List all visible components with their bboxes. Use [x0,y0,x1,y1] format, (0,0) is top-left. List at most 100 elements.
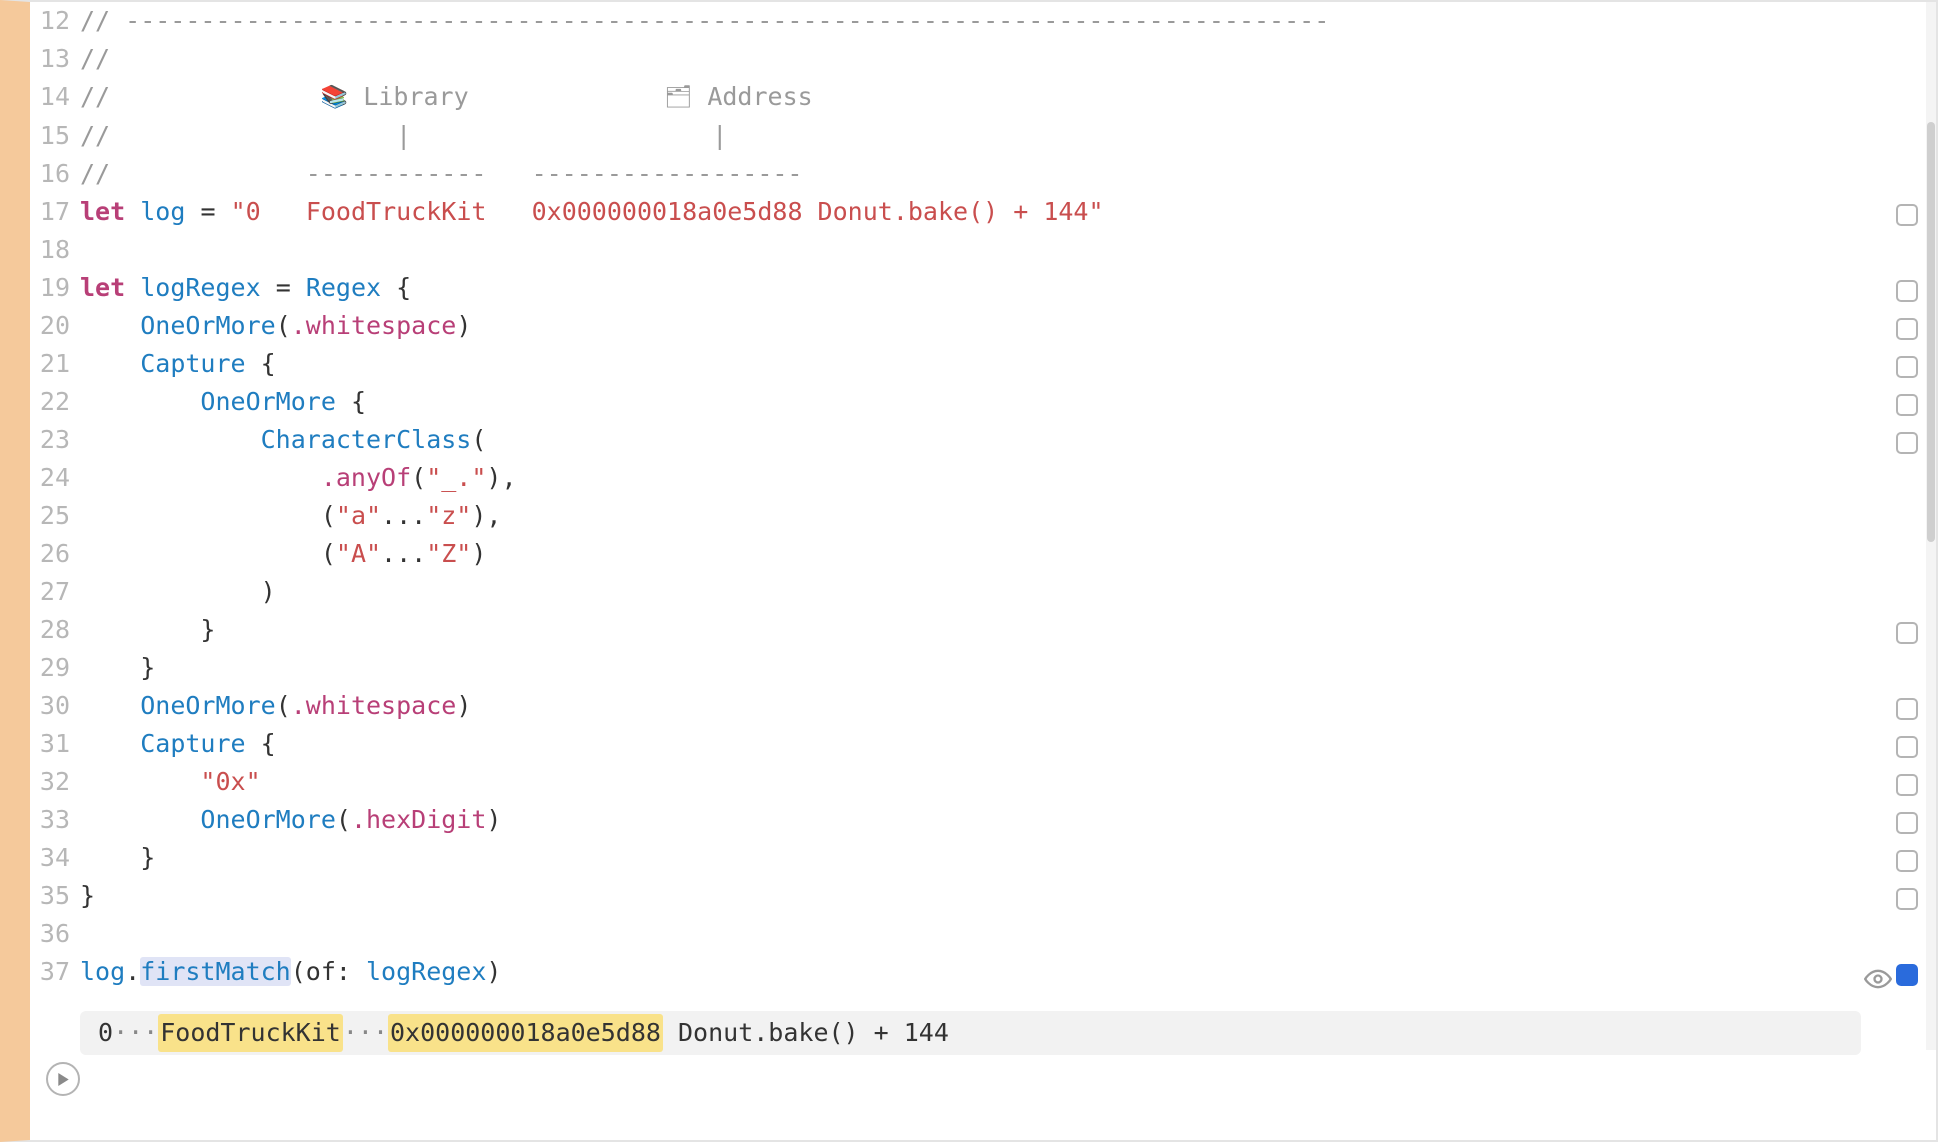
code-line[interactable]: // [80,40,1891,78]
code-line[interactable]: // -------------------------------------… [80,2,1891,40]
code-line[interactable]: } [80,649,1891,687]
paren: ) [486,957,501,986]
line-number: 17 [30,193,80,231]
line-number: 12 [30,2,80,40]
type: OneOrMore [140,311,275,340]
code-line[interactable]: OneOrMore(.whitespace) [80,687,1891,725]
code-line[interactable]: log.firstMatch(of: logRegex) [80,953,1891,991]
string-literal: "0x" [200,767,260,796]
paren: ), [486,463,516,492]
brace: } [140,843,155,872]
line-number: 35 [30,877,80,915]
paren: ) [456,691,471,720]
playground-result[interactable]: 0···FoodTruckKit···0x000000018a0e5d88 Do… [80,1011,1861,1055]
line-number: 31 [30,725,80,763]
result-marker[interactable] [1896,432,1918,454]
paren: ) [456,311,471,340]
paren: ( [276,691,291,720]
code-line[interactable]: Capture { [80,345,1891,383]
result-capture-1: FoodTruckKit [158,1014,343,1052]
member: .anyOf [321,463,411,492]
result-marker[interactable] [1896,812,1918,834]
code-line[interactable]: Capture { [80,725,1891,763]
result-marker[interactable] [1896,736,1918,758]
code-line[interactable]: OneOrMore(.hexDigit) [80,801,1891,839]
result-marker[interactable] [1896,204,1918,226]
code-line[interactable]: } [80,877,1891,915]
paren: ( [411,463,426,492]
brace: { [261,729,276,758]
quick-look-icon[interactable] [1864,965,1892,993]
result-marker[interactable] [1896,318,1918,340]
type: Capture [140,729,245,758]
operator: ... [381,501,426,530]
comment: // ------------ ------------------ [80,159,803,188]
code-line[interactable]: ) [80,573,1891,611]
line-number: 13 [30,40,80,78]
line-number: 24 [30,459,80,497]
result-marker[interactable] [1896,394,1918,416]
member: .hexDigit [351,805,486,834]
comment: // | | [80,121,727,150]
result-marker[interactable] [1896,774,1918,796]
comment: // 📚 Library 🗂 Address [80,82,813,111]
result-marker[interactable] [1896,888,1918,910]
paren: ( [276,311,291,340]
line-number: 16 [30,155,80,193]
scroll-thumb[interactable] [1927,122,1935,542]
line-number: 18 [30,231,80,269]
code-line[interactable]: "0x" [80,763,1891,801]
code-line[interactable]: } [80,611,1891,649]
code-line[interactable]: // 📚 Library 🗂 Address [80,78,1891,117]
code-editor[interactable]: 12 // ----------------------------------… [30,2,1891,1045]
paren: ) [261,577,276,606]
code-line[interactable]: // ------------ ------------------ [80,155,1891,193]
line-number: 37 [30,953,80,991]
paren: ) [486,805,501,834]
keyword: let [80,273,125,302]
string-literal: "a" [336,501,381,530]
code-line[interactable]: CharacterClass( [80,421,1891,459]
line-number: 26 [30,535,80,573]
paren: ( [471,425,486,454]
operator: = [276,273,291,302]
line-number: 25 [30,497,80,535]
book-icon: 📚 [321,85,348,110]
line-number: 29 [30,649,80,687]
operator: = [200,197,215,226]
code-line[interactable]: OneOrMore { [80,383,1891,421]
code-line[interactable]: ("A"..."Z") [80,535,1891,573]
code-line[interactable]: let log = "0 FoodTruckKit 0x000000018a0e… [80,193,1891,231]
result-marker[interactable] [1896,356,1918,378]
code-line[interactable]: .anyOf("_."), [80,459,1891,497]
line-number: 15 [30,117,80,155]
identifier: log [80,957,125,986]
code-line[interactable]: OneOrMore(.whitespace) [80,307,1891,345]
code-line[interactable]: let logRegex = Regex { [80,269,1891,307]
result-marker-active[interactable] [1896,964,1918,986]
result-marker[interactable] [1896,698,1918,720]
operator: . [125,957,140,986]
line-number: 36 [30,915,80,953]
result-marker[interactable] [1896,622,1918,644]
operator: ... [381,539,426,568]
result-text: Donut.bake() + 144 [663,1014,949,1052]
paren: ( [321,501,336,530]
code-line[interactable]: ("a"..."z"), [80,497,1891,535]
string-literal: "0 FoodTruckKit 0x000000018a0e5d88 Donut… [231,197,1104,226]
vertical-scrollbar[interactable] [1926,2,1936,1050]
result-marker[interactable] [1896,280,1918,302]
brace: } [200,615,215,644]
member: .whitespace [291,311,457,340]
line-number: 23 [30,421,80,459]
paren: ( [336,805,351,834]
paren: (of: [291,957,366,986]
result-marker[interactable] [1896,850,1918,872]
type: OneOrMore [200,805,335,834]
run-button[interactable] [46,1062,80,1096]
line-number: 22 [30,383,80,421]
string-literal: "A" [336,539,381,568]
code-line[interactable]: // | | [80,117,1891,155]
line-number: 14 [30,78,80,116]
code-line[interactable]: } [80,839,1891,877]
